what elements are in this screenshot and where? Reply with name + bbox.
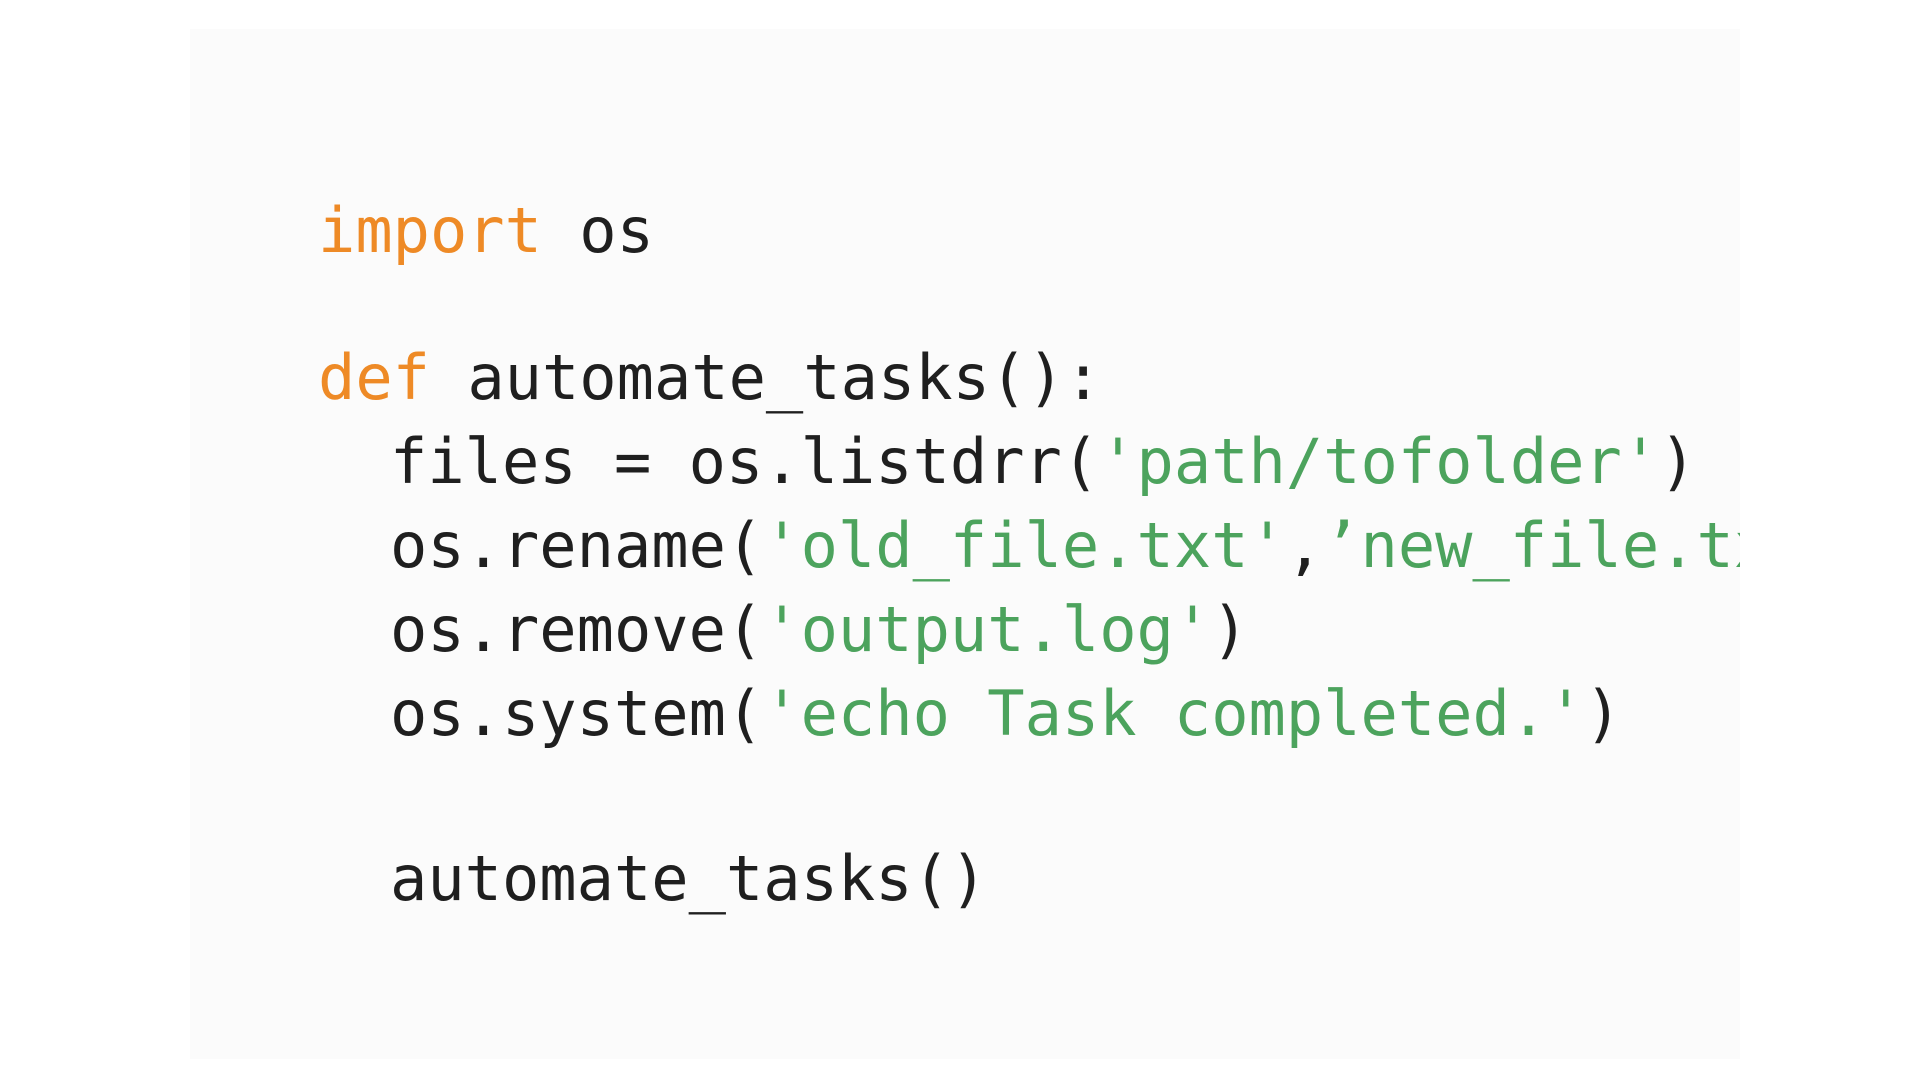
remove-prefix: os.remove( bbox=[390, 593, 764, 666]
old-file-string: 'old_file.txt' bbox=[763, 509, 1286, 582]
function-call: automate_tasks() bbox=[390, 842, 988, 915]
rename-comma: , bbox=[1285, 509, 1324, 582]
import-keyword: import bbox=[318, 194, 542, 267]
function-definition-line: def automate_tasks(): bbox=[318, 336, 1740, 420]
system-prefix: os.system( bbox=[390, 677, 764, 750]
def-keyword: def bbox=[318, 341, 430, 414]
python-code-block: import os def automate_tasks(): files = os… bbox=[318, 189, 1740, 921]
listdir-closing-paren: ) bbox=[1659, 425, 1697, 498]
system-line: os.system('echo Task completed.') bbox=[318, 672, 1740, 756]
def-space bbox=[430, 341, 467, 414]
listdir-prefix: files = os.listdrr( bbox=[390, 425, 1100, 498]
output-log-string: 'output.log' bbox=[763, 593, 1212, 666]
function-call-line: automate_tasks() bbox=[318, 837, 1740, 921]
folder-path-string: 'path/tofolder' bbox=[1099, 425, 1660, 498]
function-signature: automate_tasks(): bbox=[467, 341, 1102, 414]
new-file-string: ’new_file.txt bbox=[1323, 509, 1740, 582]
remove-line: os.remove('output.log') bbox=[318, 588, 1740, 672]
code-card: import os def automate_tasks(): files = os… bbox=[190, 29, 1740, 1059]
import-space bbox=[542, 194, 579, 267]
listdir-line: files = os.listdrr('path/tofolder') bbox=[318, 420, 1740, 504]
rename-prefix: os.rename( bbox=[390, 509, 764, 582]
rename-line: os.rename('old_file.txt',’new_file.txt bbox=[318, 504, 1740, 588]
module-name: os bbox=[579, 194, 654, 267]
echo-string: 'echo Task completed.' bbox=[763, 677, 1585, 750]
system-closing-paren: ) bbox=[1584, 677, 1622, 750]
import-line: import os bbox=[318, 189, 1740, 273]
remove-closing-paren: ) bbox=[1211, 593, 1249, 666]
